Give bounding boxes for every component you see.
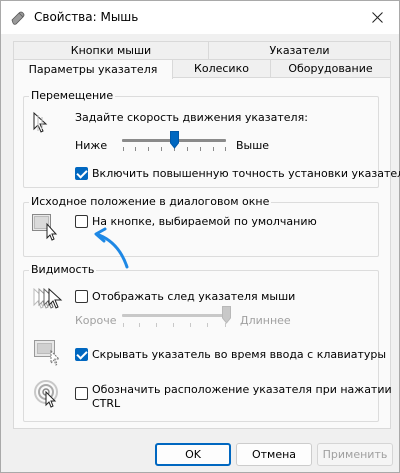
- title-bar: Свойства: Мышь: [1, 1, 399, 34]
- slider-tick: [156, 323, 157, 327]
- cancel-button-label: Отмена: [251, 448, 297, 461]
- tab-label: Указатели: [269, 44, 330, 57]
- trails-long-label: Длиннее: [240, 314, 291, 327]
- tab-hardware[interactable]: Оборудование: [270, 59, 391, 78]
- visibility-legend: Видимость: [29, 263, 97, 276]
- pointer-trails-label: Отображать след указателя мыши: [92, 290, 296, 303]
- pointer-trails-icon: [33, 287, 63, 309]
- hide-pointer-icon: [34, 340, 61, 366]
- slider-tick: [173, 323, 174, 327]
- show-location-checkbox[interactable]: [75, 387, 88, 400]
- trails-slider-track: [122, 314, 226, 317]
- slider-tick: [213, 147, 214, 151]
- tab-pointer-options[interactable]: Параметры указателя: [13, 59, 173, 79]
- tab-buttons[interactable]: Кнопки мыши: [13, 41, 209, 60]
- slider-tick: [123, 147, 124, 151]
- window-title: Свойства: Мышь: [34, 10, 139, 24]
- close-button[interactable]: [355, 1, 399, 34]
- cancel-button[interactable]: Отмена: [236, 443, 312, 466]
- speed-slider-thumb[interactable]: [169, 131, 179, 149]
- tab-wheel[interactable]: Колесико: [172, 59, 271, 78]
- ok-button-label: OK: [185, 448, 201, 461]
- show-location-icon: [34, 380, 58, 408]
- show-location-label-line1: Обозначить расположение указателя при на…: [92, 383, 392, 396]
- hide-while-typing-checkbox[interactable]: [75, 348, 88, 361]
- slider-tick: [207, 323, 208, 327]
- slider-tick: [161, 147, 162, 151]
- show-location-label-line2: CTRL: [92, 397, 121, 410]
- hide-while-typing-label: Скрывать указатель во время ввода с клав…: [92, 348, 387, 361]
- pointer-trails-checkbox[interactable]: [75, 290, 88, 303]
- slider-tick: [148, 147, 149, 151]
- slider-tick: [225, 147, 226, 151]
- snap-to-icon: [32, 214, 58, 241]
- trails-slider-thumb[interactable]: [221, 306, 231, 324]
- tab-label: Оборудование: [288, 62, 373, 75]
- speed-label: Задайте скорость движения указателя:: [75, 111, 308, 124]
- mouse-properties-window: Свойства: Мышь Кнопки мыши Указатели Пар…: [0, 0, 400, 473]
- slider-tick: [190, 323, 191, 327]
- slider-tick: [123, 323, 124, 327]
- fast-label: Выше: [236, 139, 270, 152]
- slider-tick: [187, 147, 188, 151]
- tab-label: Колесико: [194, 62, 249, 75]
- slow-label: Ниже: [75, 139, 108, 152]
- enhance-precision-label: Включить повышенную точность установки у…: [92, 167, 400, 180]
- snap-to-group: Исходное положение в диалоговом окне: [23, 195, 379, 257]
- slider-tick: [200, 147, 201, 151]
- ok-button[interactable]: OK: [155, 443, 231, 466]
- trails-short-label: Короче: [75, 314, 117, 327]
- tab-label: Кнопки мыши: [70, 44, 152, 57]
- close-icon: [371, 12, 383, 23]
- tab-label: Параметры указателя: [28, 63, 158, 76]
- enhance-precision-checkbox[interactable]: [75, 167, 88, 180]
- motion-legend: Перемещение: [29, 89, 116, 102]
- tab-pointers[interactable]: Указатели: [208, 41, 391, 60]
- slider-tick: [135, 147, 136, 151]
- slider-tick: [139, 323, 140, 327]
- apply-button-label: Применить: [322, 448, 388, 461]
- pointer-speed-icon: [33, 111, 48, 133]
- mouse-icon: [11, 11, 25, 25]
- apply-button[interactable]: Применить: [317, 443, 393, 466]
- snap-to-legend: Исходное положение в диалоговом окне: [29, 195, 272, 208]
